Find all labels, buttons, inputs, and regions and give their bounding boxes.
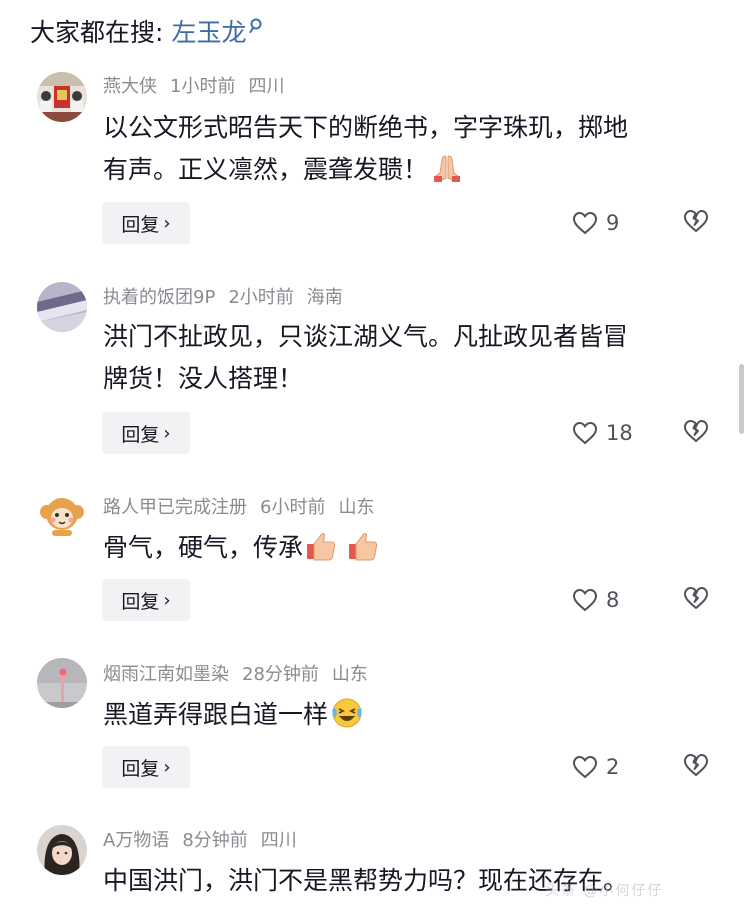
chevron-right-icon: › bbox=[163, 589, 171, 611]
comment-text-line: 以公文形式昭告天下的断绝书，字字珠玑，掷地 bbox=[103, 113, 629, 142]
trending-search-bar: 大家都在搜: 左玉龙 bbox=[30, 12, 263, 50]
chevron-right-icon: › bbox=[163, 212, 171, 234]
reply-label: 回复 bbox=[121, 757, 160, 780]
avatar[interactable] bbox=[37, 72, 87, 122]
heart-icon bbox=[572, 588, 598, 612]
trending-search-label: 大家都在搜: bbox=[30, 18, 164, 47]
search-icon[interactable] bbox=[249, 15, 263, 35]
comment-time: 6小时前 bbox=[260, 497, 326, 518]
chevron-right-icon: › bbox=[163, 756, 171, 778]
like-count: 2 bbox=[606, 755, 620, 779]
comment-time: 2小时前 bbox=[228, 287, 294, 308]
comment-text-line: 洪门不扯政见，只谈江湖义气。凡扯政见者皆冒 bbox=[103, 322, 629, 351]
laughing-crying-emoji bbox=[330, 696, 364, 730]
comment-meta: A万物语 8分钟前 四川 bbox=[103, 827, 310, 851]
folded-hands-emoji bbox=[430, 151, 464, 185]
thumbs-up-emoji bbox=[347, 529, 381, 563]
comment-time: 8分钟前 bbox=[182, 830, 248, 851]
chevron-right-icon: › bbox=[163, 422, 171, 444]
thumbs-up-emoji bbox=[305, 529, 339, 563]
avatar[interactable] bbox=[37, 658, 87, 708]
broken-heart-icon bbox=[684, 754, 708, 776]
dislike-button[interactable] bbox=[682, 585, 710, 615]
comment-text-line: 有声。正义凛然，震聋发聩！ bbox=[103, 149, 723, 191]
comment-text-line: 牌货！没人搭理！ bbox=[103, 364, 304, 393]
comment-username[interactable]: 燕大侠 bbox=[103, 72, 157, 98]
comment-text-line: 骨气，硬气，传承 bbox=[103, 527, 723, 569]
comment-text: 骨气，硬气，传承 bbox=[103, 527, 723, 569]
broken-heart-icon bbox=[684, 587, 708, 609]
heart-icon bbox=[572, 421, 598, 445]
scrollbar[interactable] bbox=[739, 364, 744, 434]
reply-label: 回复 bbox=[121, 213, 160, 236]
reply-button[interactable]: 回复 › bbox=[102, 412, 190, 454]
avatar[interactable] bbox=[37, 825, 87, 875]
comment-meta: 路人甲已完成注册 6小时前 山东 bbox=[103, 494, 387, 518]
comment-meta: 燕大侠 1小时前 四川 bbox=[103, 73, 297, 97]
comment-time: 28分钟前 bbox=[242, 664, 319, 685]
comment-time: 1小时前 bbox=[170, 76, 236, 97]
dislike-button[interactable] bbox=[682, 418, 710, 448]
like-button[interactable]: 9 bbox=[572, 208, 619, 238]
dislike-button[interactable] bbox=[682, 208, 710, 238]
dislike-button[interactable] bbox=[682, 752, 710, 782]
comment-text: 以公文形式昭告天下的断绝书，字字珠玑，掷地 有声。正义凛然，震聋发聩！ bbox=[103, 107, 723, 191]
reply-label: 回复 bbox=[121, 423, 160, 446]
comment-username[interactable]: 执着的饭团9P bbox=[103, 283, 215, 309]
heart-icon bbox=[572, 211, 598, 235]
comment-location: 海南 bbox=[306, 287, 343, 308]
like-count: 8 bbox=[606, 588, 620, 612]
reply-button[interactable]: 回复 › bbox=[102, 202, 190, 244]
comment-text-line: 黑道弄得跟白道一样 bbox=[103, 694, 723, 736]
avatar[interactable] bbox=[37, 490, 87, 540]
broken-heart-icon bbox=[684, 420, 708, 442]
comment-location: 四川 bbox=[260, 830, 297, 851]
reply-button[interactable]: 回复 › bbox=[102, 746, 190, 788]
like-button[interactable]: 8 bbox=[572, 585, 619, 615]
comments-page: 大家都在搜: 左玉龙 燕大侠 1小时前 四川 以公文形式昭告天下的断绝书，字字珠… bbox=[0, 0, 750, 906]
like-button[interactable]: 18 bbox=[572, 418, 633, 448]
trending-search-term[interactable]: 左玉龙 bbox=[171, 13, 246, 49]
comment-username[interactable]: 路人甲已完成注册 bbox=[103, 493, 247, 519]
comment-meta: 烟雨江南如墨染 28分钟前 山东 bbox=[103, 661, 381, 685]
like-count: 18 bbox=[606, 421, 633, 445]
comment-meta: 执着的饭团9P 2小时前 海南 bbox=[103, 284, 356, 308]
comment-username[interactable]: A万物语 bbox=[103, 826, 169, 852]
broken-heart-icon bbox=[684, 210, 708, 232]
comment-username[interactable]: 烟雨江南如墨染 bbox=[103, 660, 229, 686]
like-count: 9 bbox=[606, 211, 620, 235]
heart-icon bbox=[572, 755, 598, 779]
like-button[interactable]: 2 bbox=[572, 752, 619, 782]
reply-label: 回复 bbox=[121, 590, 160, 613]
comment-location: 山东 bbox=[338, 497, 375, 518]
comment-text: 黑道弄得跟白道一样 bbox=[103, 694, 723, 736]
watermark: 头条 @小何仔仔 bbox=[545, 883, 664, 899]
comment-location: 四川 bbox=[248, 76, 285, 97]
comment-text: 洪门不扯政见，只谈江湖义气。凡扯政见者皆冒 牌货！没人搭理！ bbox=[103, 316, 723, 400]
avatar[interactable] bbox=[37, 282, 87, 332]
comment-location: 山东 bbox=[331, 664, 368, 685]
reply-button[interactable]: 回复 › bbox=[102, 579, 190, 621]
